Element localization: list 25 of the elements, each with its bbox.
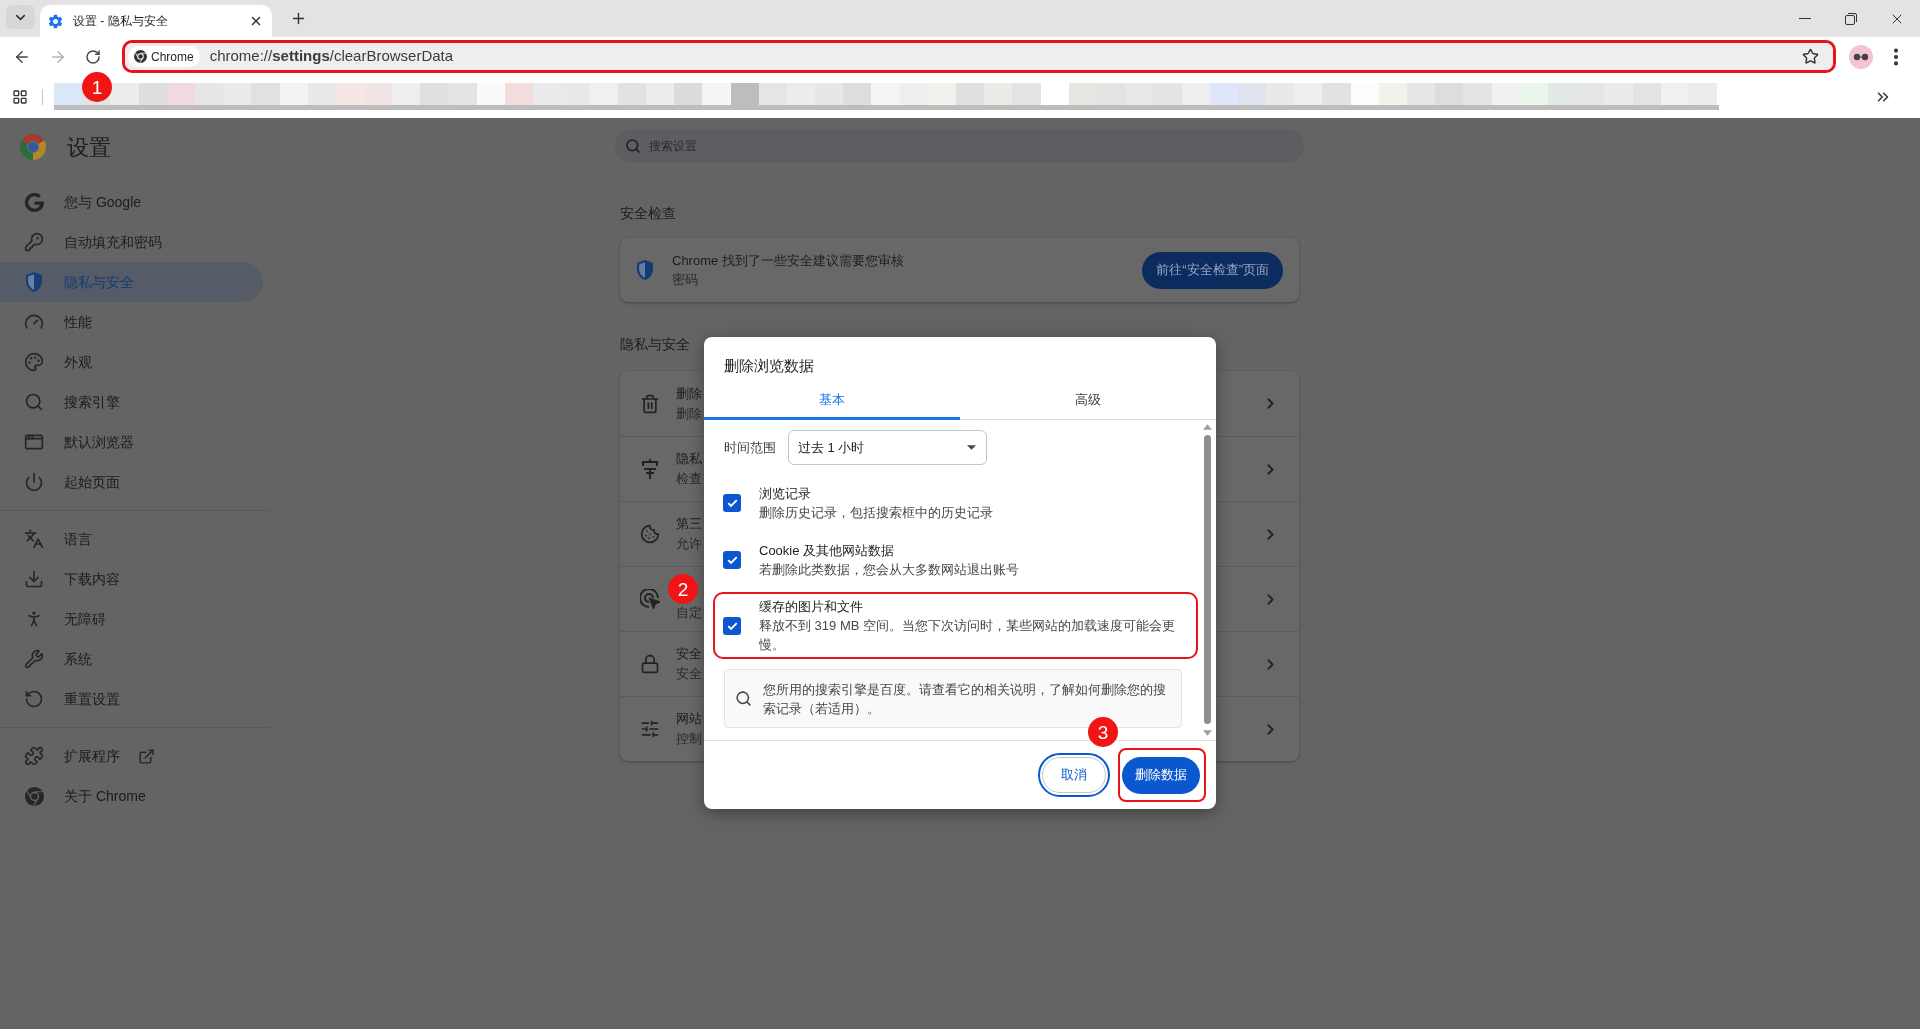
notice-text: 您所用的搜索引擎是百度。请查看它的相关说明，了解如何删除您的搜索记录（若适用）。 — [763, 680, 1167, 718]
callout-badge: 1 — [82, 72, 112, 102]
row-title: 安全 — [676, 645, 702, 663]
option-description: 若删除此类数据，您会从大多数网站退出账号 — [759, 561, 1020, 579]
option-title: 缓存的图片和文件 — [759, 598, 864, 616]
time-range-label: 时间范围 — [724, 438, 777, 457]
row-subtitle: 允许 — [676, 535, 702, 553]
row-title: 隐私 — [676, 450, 702, 468]
option-description: 删除历史记录，包括搜索框中的历史记录 — [759, 504, 994, 522]
url-text: chrome://settings/clearBrowserData — [209, 46, 454, 67]
row-title: 网站 — [676, 710, 702, 728]
option-title: Cookie 及其他网站数据 — [759, 542, 896, 560]
section-heading: 安全检查 — [620, 204, 677, 223]
tab-title: 设置 - 隐私与安全 — [73, 13, 169, 30]
row-subtitle: 检查 — [676, 470, 702, 488]
row-subtitle: 自定 — [676, 603, 702, 622]
row-title: 删除 — [676, 384, 702, 403]
option-description: 释放不到 319 MB 空间。当您下次访问时，某些网站的加载速度可能会更慢。 — [759, 617, 1177, 654]
callout-badge: 3 — [1088, 717, 1118, 747]
dialog-title: 删除浏览数据 — [724, 357, 814, 374]
settings-title: 设置 — [67, 133, 111, 162]
safety-detail: 密码 — [672, 271, 699, 289]
section-heading: 隐私与安全 — [620, 335, 691, 354]
option-title: 浏览记录 — [759, 485, 812, 503]
row-subtitle: 安全 — [676, 665, 702, 683]
